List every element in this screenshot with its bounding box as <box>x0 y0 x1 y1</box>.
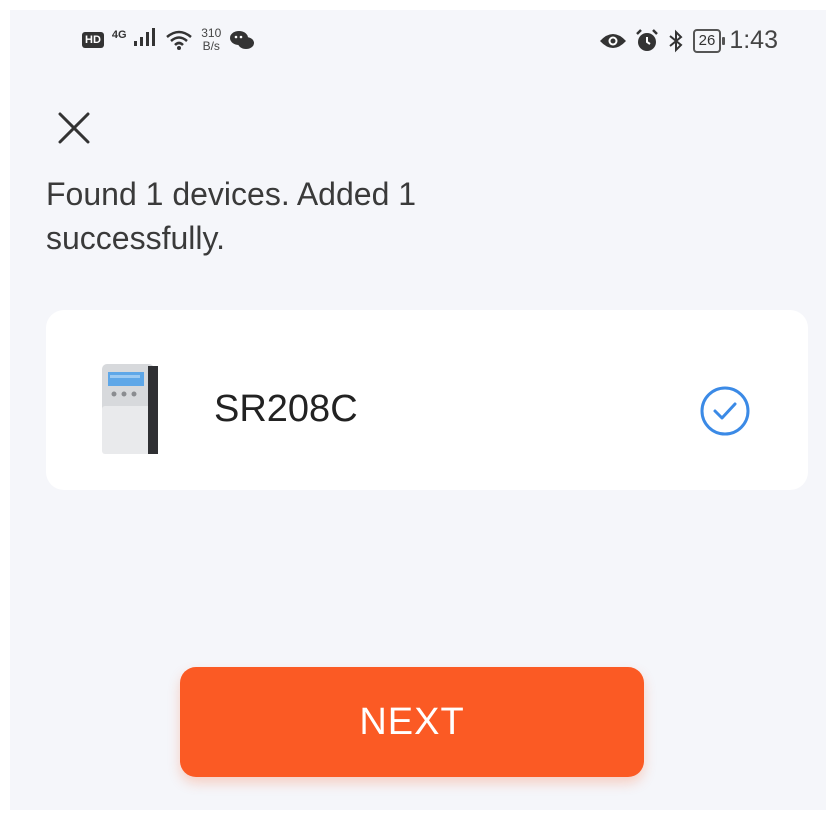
battery-icon: 26 <box>692 28 725 53</box>
status-bar: HD 4G 310 B/s 26 1:43 <box>10 10 826 80</box>
network-indicator: 4G <box>112 26 157 54</box>
hd-badge: HD <box>82 32 104 48</box>
device-list-item[interactable]: SR208C <box>46 358 808 454</box>
status-time: 1:43 <box>729 26 778 54</box>
network-speed: 310 B/s <box>201 27 221 53</box>
status-bar-right: 26 1:43 <box>599 26 778 55</box>
device-name: SR208C <box>214 388 358 430</box>
result-message: Found 1 devices. Added 1 successfully. <box>46 176 417 256</box>
wechat-icon <box>230 31 255 49</box>
app-screen: HD 4G 310 B/s 26 1:43 Found 1 devices. A… <box>10 10 826 810</box>
next-button[interactable]: NEXT <box>180 667 644 777</box>
signal-bars-icon <box>134 28 156 46</box>
alarm-icon <box>635 28 658 51</box>
wifi-icon <box>166 30 193 50</box>
status-bar-left: HD 4G 310 B/s <box>82 26 255 54</box>
bluetooth-icon <box>669 29 683 52</box>
close-icon <box>58 112 90 144</box>
check-circle-icon <box>700 386 750 436</box>
device-list-card: SR208C <box>46 310 808 490</box>
eye-icon <box>599 33 626 48</box>
network-type: 4G <box>111 29 127 41</box>
battery-level: 26 <box>698 31 716 49</box>
speed-unit: B/s <box>202 39 220 53</box>
close-button[interactable] <box>44 98 104 158</box>
device-thumbnail <box>102 364 158 454</box>
